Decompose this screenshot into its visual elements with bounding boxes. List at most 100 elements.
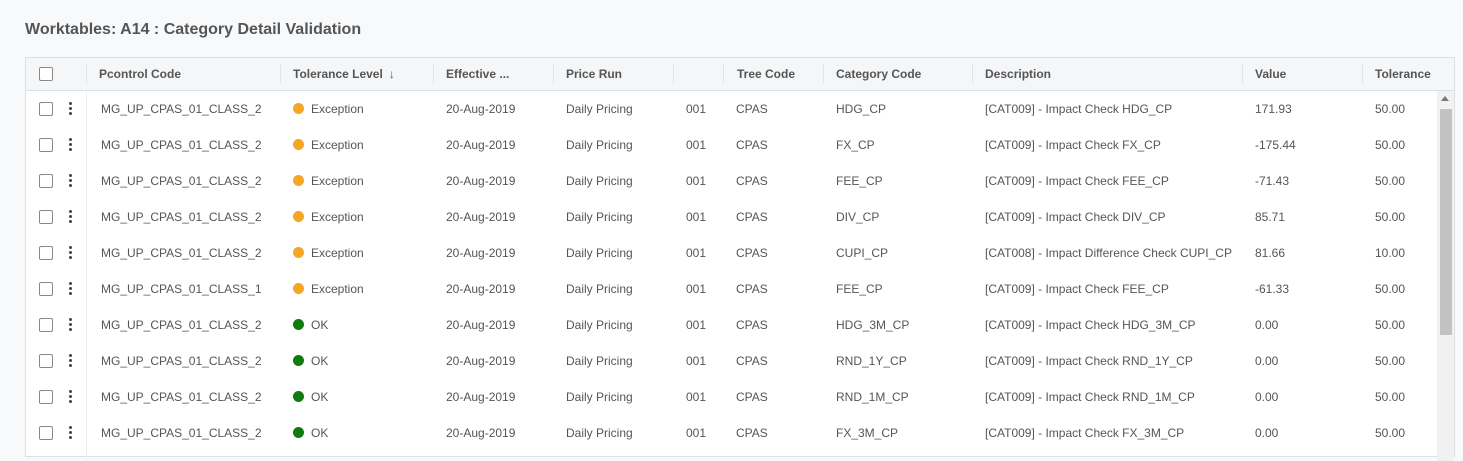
description-cell: [CAT009] - Impact Check HDG_3M_CP — [985, 318, 1196, 332]
tolerance-level-cell: Exception — [293, 127, 433, 163]
effective-cell: 20-Aug-2019 — [446, 318, 516, 332]
row-menu-icon[interactable] — [69, 210, 73, 224]
table-row[interactable]: MG_UP_CPAS_01_CLASS_2 Exception 20-Aug-201… — [26, 163, 1436, 199]
row-checkbox[interactable] — [39, 210, 53, 224]
table-row[interactable]: MG_UP_CPAS_01_CLASS_2 Exception 20-Aug-201… — [26, 235, 1436, 271]
col-header-value[interactable]: Value — [1255, 58, 1355, 90]
status-dot-icon — [293, 247, 304, 258]
table-row[interactable]: MG_UP_CPAS_01_CLASS_2 Exception 20-Aug-201… — [26, 91, 1436, 127]
effective-cell: 20-Aug-2019 — [446, 210, 516, 224]
run-number-cell: 001 — [686, 282, 707, 296]
pcontrol-cell: MG_UP_CPAS_01_CLASS_2 — [101, 102, 262, 116]
status-label: OK — [311, 354, 329, 368]
select-all-checkbox[interactable] — [39, 67, 53, 81]
category-code-cell: HDG_3M_CP — [836, 318, 910, 332]
effective-cell: 20-Aug-2019 — [446, 246, 516, 260]
vertical-scrollbar[interactable] — [1437, 91, 1454, 461]
run-number-cell: 001 — [686, 138, 707, 152]
effective-cell: 20-Aug-2019 — [446, 354, 516, 368]
tolerance-level-cell: OK — [293, 415, 433, 451]
price-run-cell: Daily Pricing — [566, 318, 633, 332]
effective-cell: 20-Aug-2019 — [446, 102, 516, 116]
run-number-cell: 001 — [686, 318, 707, 332]
col-header-pcontrol[interactable]: Pcontrol Code — [99, 58, 279, 90]
row-checkbox[interactable] — [39, 138, 53, 152]
price-run-cell: Daily Pricing — [566, 390, 633, 404]
value-cell: 171.93 — [1255, 102, 1292, 116]
tolerance-level-cell: Exception — [293, 199, 433, 235]
col-header-category-code[interactable]: Category Code — [836, 58, 966, 90]
row-checkbox[interactable] — [39, 318, 53, 332]
col-header-run-number[interactable] — [686, 58, 726, 90]
row-menu-icon[interactable] — [69, 282, 73, 296]
description-cell: [CAT009] - Impact Check HDG_CP — [985, 102, 1173, 116]
status-dot-icon — [293, 355, 304, 366]
status-dot-icon — [293, 427, 304, 438]
table-row[interactable]: MG_UP_CPAS_01_CLASS_2 OK 20-Aug-2019 Daily … — [26, 307, 1436, 343]
table-row[interactable]: MG_UP_CPAS_01_CLASS_2 OK 20-Aug-2019 Daily … — [26, 343, 1436, 379]
run-number-cell: 001 — [686, 246, 707, 260]
row-menu-icon[interactable] — [69, 390, 73, 404]
row-checkbox[interactable] — [39, 174, 53, 188]
tolerance-level-cell: OK — [293, 379, 433, 415]
page-title: Worktables: A14 : Category Detail Valida… — [25, 21, 362, 38]
tolerance-cell: 50.00 — [1375, 174, 1406, 188]
value-cell: 81.66 — [1255, 246, 1286, 260]
value-cell: 0.00 — [1255, 318, 1279, 332]
tolerance-level-cell: Exception — [293, 271, 433, 307]
status-dot-icon — [293, 283, 304, 294]
row-menu-icon[interactable] — [69, 354, 73, 368]
status-label: Exception — [311, 246, 364, 260]
table-row[interactable]: MG_UP_CPAS_01_CLASS_2 OK 20-Aug-2019 Daily … — [26, 415, 1436, 451]
status-dot-icon — [293, 175, 304, 186]
tree-code-cell: CPAS — [736, 354, 768, 368]
col-header-tolerance[interactable]: Tolerance — [1375, 58, 1455, 90]
value-cell: 0.00 — [1255, 390, 1279, 404]
table-row[interactable]: MG_UP_CPAS_01_CLASS_2 OK 20-Aug-2019 Daily … — [26, 379, 1436, 415]
scrollbar-thumb[interactable] — [1440, 109, 1452, 335]
category-code-cell: RND_1Y_CP — [836, 354, 907, 368]
tree-code-cell: CPAS — [736, 138, 768, 152]
scroll-up-arrow-icon[interactable] — [1441, 96, 1449, 101]
row-checkbox[interactable] — [39, 390, 53, 404]
row-menu-icon[interactable] — [69, 138, 73, 152]
col-header-tolerance-level[interactable]: Tolerance Level ↓ — [293, 58, 433, 90]
col-header-price-run[interactable]: Price Run — [566, 58, 666, 90]
tree-code-cell: CPAS — [736, 102, 768, 116]
tolerance-cell: 10.00 — [1375, 246, 1406, 260]
row-checkbox[interactable] — [39, 354, 53, 368]
row-menu-icon[interactable] — [69, 318, 73, 332]
status-label: Exception — [311, 210, 364, 224]
sort-descending-icon[interactable]: ↓ — [389, 58, 395, 90]
price-run-cell: Daily Pricing — [566, 426, 633, 440]
effective-cell: 20-Aug-2019 — [446, 426, 516, 440]
pcontrol-cell: MG_UP_CPAS_01_CLASS_1 — [101, 282, 262, 296]
col-header-effective[interactable]: Effective ... — [446, 58, 546, 90]
category-code-cell: DIV_CP — [836, 210, 880, 224]
tree-code-cell: CPAS — [736, 246, 768, 260]
effective-cell: 20-Aug-2019 — [446, 174, 516, 188]
tree-code-cell: CPAS — [736, 282, 768, 296]
col-header-description[interactable]: Description — [985, 58, 1235, 90]
table-row[interactable]: MG_UP_CPAS_01_CLASS_2 Exception 20-Aug-201… — [26, 199, 1436, 235]
col-header-tree-code[interactable]: Tree Code — [737, 58, 827, 90]
table-row[interactable]: MG_UP_CPAS_01_CLASS_2 Exception 20-Aug-201… — [26, 127, 1436, 163]
description-cell: [CAT009] - Impact Check FX_3M_CP — [985, 426, 1185, 440]
row-menu-icon[interactable] — [69, 174, 73, 188]
row-menu-icon[interactable] — [69, 102, 73, 116]
tree-code-cell: CPAS — [736, 426, 768, 440]
tolerance-level-cell: Exception — [293, 163, 433, 199]
row-checkbox[interactable] — [39, 102, 53, 116]
value-cell: -71.43 — [1255, 174, 1290, 188]
row-menu-icon[interactable] — [69, 246, 73, 260]
run-number-cell: 001 — [686, 210, 707, 224]
status-dot-icon — [293, 139, 304, 150]
table-row[interactable]: MG_UP_CPAS_01_CLASS_1 Exception 20-Aug-201… — [26, 271, 1436, 307]
row-checkbox[interactable] — [39, 426, 53, 440]
price-run-cell: Daily Pricing — [566, 174, 633, 188]
status-label: OK — [311, 390, 329, 404]
row-checkbox[interactable] — [39, 282, 53, 296]
row-menu-icon[interactable] — [69, 426, 73, 440]
row-checkbox[interactable] — [39, 246, 53, 260]
description-cell: [CAT009] - Impact Check FX_CP — [985, 138, 1161, 152]
